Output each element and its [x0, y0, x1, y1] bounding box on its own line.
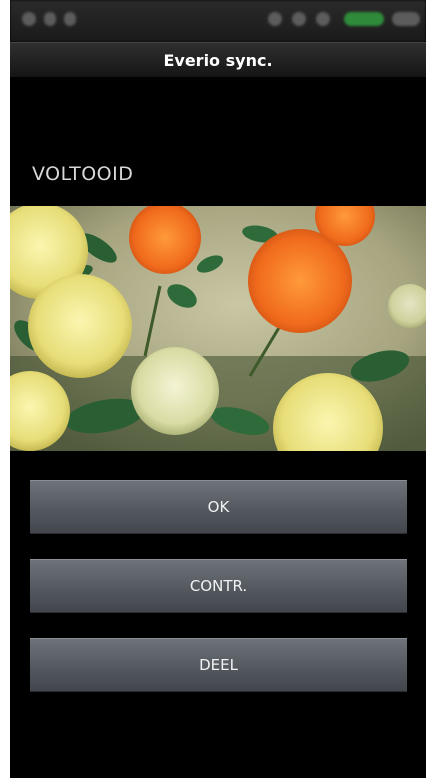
ok-button-label: OK	[207, 498, 230, 516]
clock-text	[392, 12, 420, 26]
app-title: Everio sync.	[163, 50, 273, 70]
app-title-bar: Everio sync.	[10, 42, 426, 78]
flower-photo	[10, 206, 426, 451]
contr-button-label: CONTR.	[189, 577, 248, 595]
phone-screen: Everio sync. VOLTOOID OK CONTR. DEEL	[10, 0, 426, 778]
status-title: VOLTOOID	[32, 163, 134, 185]
sync-icon	[316, 12, 330, 26]
wifi-icon	[292, 12, 306, 26]
notification-icon	[44, 12, 56, 26]
share-button-label: DEEL	[199, 656, 238, 674]
status-bar	[10, 0, 426, 42]
battery-icon	[344, 12, 384, 26]
contr-button[interactable]: CONTR.	[30, 559, 407, 613]
notification-icon	[22, 12, 36, 26]
ok-button[interactable]: OK	[30, 480, 407, 534]
share-button[interactable]: DEEL	[30, 638, 407, 692]
signal-icon	[268, 12, 282, 26]
notification-icon	[64, 12, 76, 26]
